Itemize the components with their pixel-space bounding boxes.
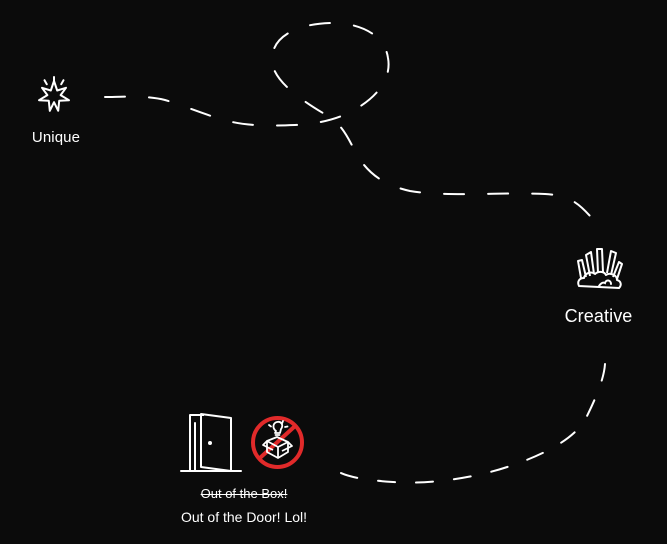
out-of-door-label: Out of the Door! Lol! — [180, 509, 308, 525]
unique-label: Unique — [31, 129, 81, 146]
out-of-box-label: Out of the Box! — [200, 486, 288, 501]
door-icon — [180, 412, 242, 473]
art-supplies-icon — [573, 243, 625, 293]
creative-label: Creative — [564, 306, 633, 326]
dashed-path — [104, 21, 606, 484]
upper-dashed-route — [104, 21, 591, 217]
lower-dashed-route — [331, 363, 606, 484]
no-box-icon — [249, 414, 306, 471]
sparkle-icon — [35, 76, 73, 115]
diagram-canvas: Unique Creative Out of the Box! Out of t… — [0, 0, 667, 544]
